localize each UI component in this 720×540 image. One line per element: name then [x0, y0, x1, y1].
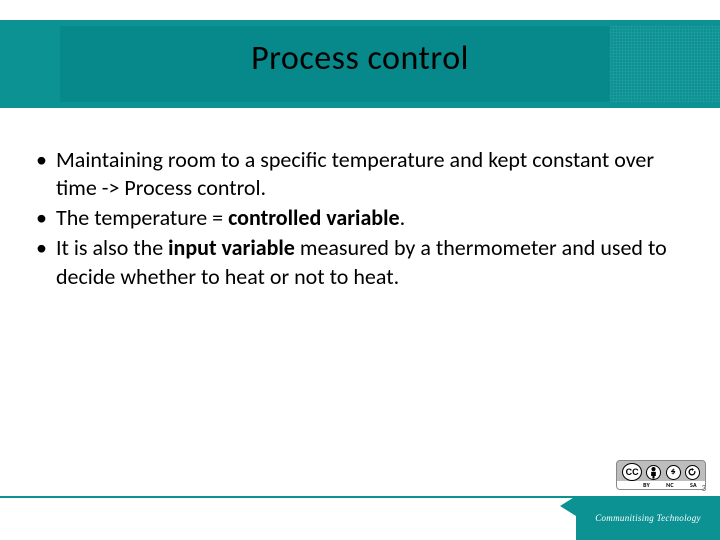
cc-label: NC: [666, 481, 674, 489]
bullet-text-bold: input variable: [168, 234, 295, 261]
footer-chevron-icon: [560, 496, 576, 516]
cc-sa-icon: [685, 465, 700, 480]
bullet-text-bold: controlled variable: [228, 204, 400, 231]
footer-brand-text: Communitising Technology: [595, 513, 701, 523]
slide-title: Process control: [0, 38, 720, 79]
bullet-text-post: .: [400, 204, 406, 231]
list-item: The temperature = controlled variable.: [30, 204, 680, 232]
slide-number: 3: [701, 483, 706, 494]
cc-by-icon: [646, 465, 661, 480]
slide: Process control Maintaining room to a sp…: [0, 0, 720, 540]
cc-logo-icon: CC: [622, 463, 642, 481]
list-item: Maintaining room to a specific temperatu…: [30, 146, 680, 202]
cc-nc-symbol: $: [671, 467, 675, 477]
bullet-list: Maintaining room to a specific temperatu…: [30, 146, 680, 291]
footer-brand-block: Communitising Technology: [576, 496, 720, 540]
body-content: Maintaining room to a specific temperatu…: [30, 146, 680, 293]
bullet-text-pre: The temperature =: [56, 204, 228, 231]
bullet-text-pre: Maintaining room to a specific temperatu…: [56, 146, 654, 201]
bullet-text-pre: It is also the: [56, 234, 168, 261]
cc-label: BY: [643, 481, 650, 489]
cc-nc-icon: $: [666, 465, 681, 480]
cc-label: SA: [690, 481, 697, 489]
cc-badge-icons: CC $: [617, 461, 705, 481]
cc-badge-labels: BY NC SA: [617, 481, 705, 489]
list-item: It is also the input variable measured b…: [30, 234, 680, 290]
cc-license-badge: CC $ BY NC SA: [616, 460, 706, 490]
